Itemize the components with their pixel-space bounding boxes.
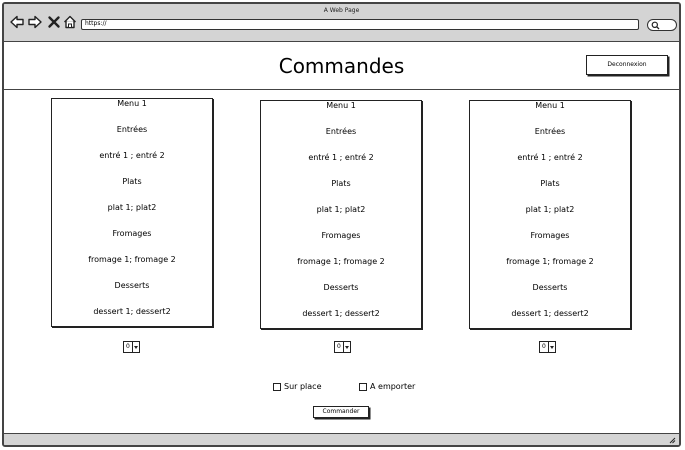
menu-items: entré 1 ; entré 2: [99, 151, 165, 160]
menu-section: Desserts: [114, 281, 150, 290]
menu-items: fromage 1; fromage 2: [506, 257, 594, 266]
page-title: Commandes: [278, 54, 405, 78]
status-bar: [4, 433, 679, 445]
resize-grip-icon[interactable]: [668, 436, 676, 444]
menu-items: dessert 1; dessert2: [93, 307, 171, 316]
window-title: A Web Page: [323, 7, 360, 14]
logout-button[interactable]: Deconnexion: [586, 55, 668, 75]
menu-items: fromage 1; fromage 2: [88, 255, 176, 264]
quantity-value: 0: [542, 343, 546, 350]
menu-card: Menu 1 Entrées entré 1 ; entré 2 Plats p…: [51, 98, 213, 327]
browser-window: A Web Page https:// Commandes Deconnexio…: [2, 2, 681, 447]
menu-items: plat 1; plat2: [316, 205, 366, 214]
dine-in-checkbox[interactable]: Sur place: [273, 382, 322, 391]
menu-name: Menu 1: [326, 101, 356, 110]
menu-items: entré 1 ; entré 2: [517, 153, 583, 162]
menu-section: Fromages: [112, 229, 152, 238]
forward-arrow-icon[interactable]: [28, 15, 42, 29]
quantity-select[interactable]: 0: [123, 341, 140, 353]
menu-section: Entrées: [534, 127, 566, 136]
menu-items: plat 1; plat2: [525, 205, 575, 214]
chevron-down-icon[interactable]: [132, 342, 139, 352]
dine-in-label: Sur place: [284, 382, 322, 391]
search-icon: [651, 21, 660, 30]
search-button[interactable]: [647, 19, 677, 31]
menu-items: plat 1; plat2: [107, 203, 157, 212]
menu-section: Desserts: [532, 283, 568, 292]
takeaway-label: A emporter: [370, 382, 416, 391]
menu-section: Fromages: [321, 231, 361, 240]
menu-section: Fromages: [530, 231, 570, 240]
menu-card: Menu 1 Entrées entré 1 ; entré 2 Plats p…: [260, 100, 422, 329]
menu-name: Menu 1: [535, 101, 565, 110]
menu-items: fromage 1; fromage 2: [297, 257, 385, 266]
menu-card: Menu 1 Entrées entré 1 ; entré 2 Plats p…: [469, 100, 631, 329]
takeaway-checkbox[interactable]: A emporter: [359, 382, 415, 391]
menu-section: Plats: [331, 179, 351, 188]
checkbox-box[interactable]: [359, 382, 367, 391]
address-bar[interactable]: https://: [81, 19, 639, 30]
menu-section: Plats: [540, 179, 560, 188]
menu-section: Plats: [122, 177, 142, 186]
menu-items: dessert 1; dessert2: [511, 309, 589, 318]
menu-items: entré 1 ; entré 2: [308, 153, 374, 162]
menu-section: Entrées: [116, 125, 148, 134]
menu-name: Menu 1: [117, 99, 147, 108]
quantity-value: 0: [126, 343, 130, 350]
home-icon[interactable]: [63, 15, 77, 29]
quantity-select[interactable]: 0: [539, 341, 556, 353]
browser-toolbar: A Web Page https://: [4, 4, 679, 42]
menu-section: Desserts: [323, 283, 359, 292]
menu-section: Entrées: [325, 127, 357, 136]
checkbox-box[interactable]: [273, 382, 281, 391]
menu-items: dessert 1; dessert2: [302, 309, 380, 318]
chevron-down-icon[interactable]: [548, 342, 555, 352]
quantity-value: 0: [337, 343, 341, 350]
quantity-select[interactable]: 0: [334, 341, 351, 353]
page-header: Commandes Deconnexion: [4, 42, 679, 90]
close-icon[interactable]: [47, 15, 61, 29]
order-button[interactable]: Commander: [313, 406, 369, 418]
back-arrow-icon[interactable]: [10, 15, 24, 29]
chevron-down-icon[interactable]: [343, 342, 350, 352]
